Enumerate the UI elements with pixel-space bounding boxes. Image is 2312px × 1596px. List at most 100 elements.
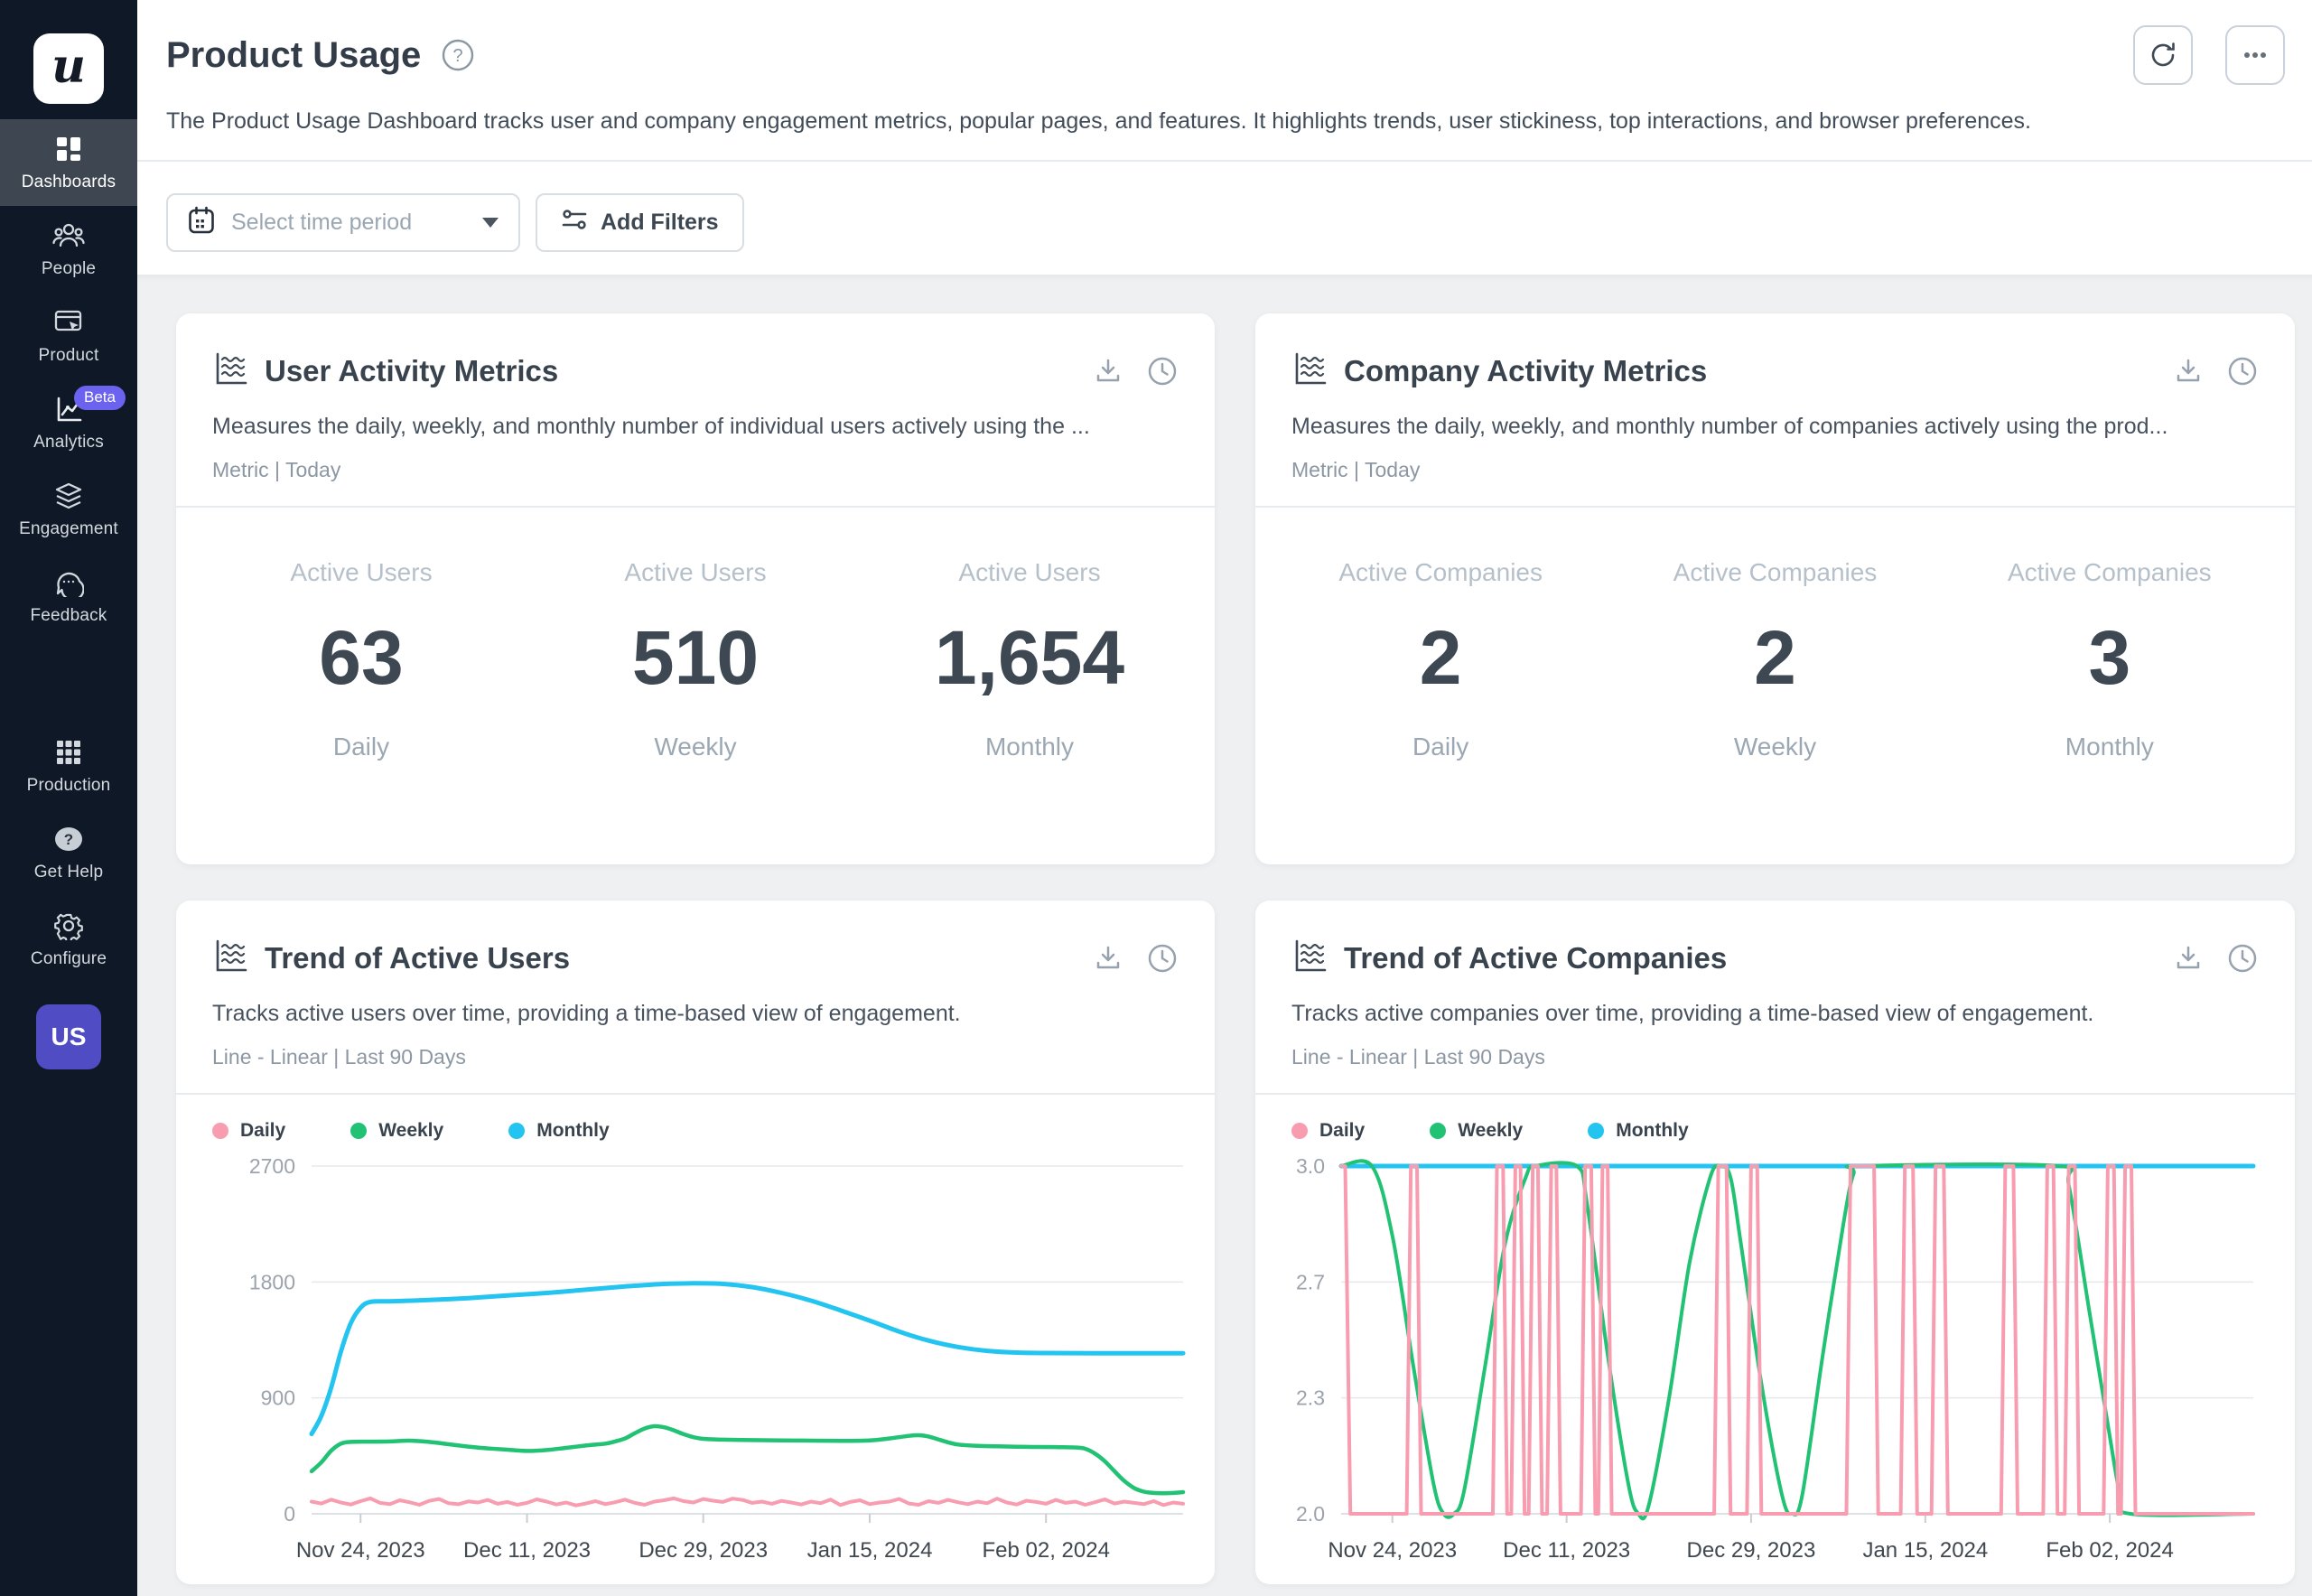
metric-chart-icon: [1291, 350, 1329, 392]
beta-badge: Beta: [74, 386, 126, 410]
metric-label: Active Users: [528, 558, 862, 587]
download-icon[interactable]: [2174, 357, 2203, 386]
sliders-icon: [561, 206, 588, 239]
logo-letter: u: [51, 39, 86, 94]
metric-value: 2: [1273, 614, 1608, 702]
more-options-button[interactable]: [2225, 25, 2285, 85]
metric-period: Weekly: [528, 733, 862, 761]
metric-daily: Active Companies 2 Daily: [1273, 558, 1608, 761]
svg-text:2.3: 2.3: [1296, 1386, 1325, 1410]
metric-daily: Active Users 63 Daily: [194, 558, 528, 761]
metric-value: 1,654: [862, 614, 1197, 702]
download-icon[interactable]: [2174, 944, 2203, 973]
legend-item-weekly[interactable]: Weekly: [1430, 1120, 1523, 1142]
sidebar-item-label: Configure: [31, 949, 107, 969]
clock-icon[interactable]: [1146, 355, 1179, 387]
product-icon: [52, 308, 85, 337]
time-period-select[interactable]: Select time period: [166, 193, 520, 252]
help-icon[interactable]: ?: [441, 38, 475, 72]
sidebar-item-production[interactable]: Production: [0, 723, 137, 809]
card-title: User Activity Metrics: [265, 354, 558, 388]
chat-bubble-icon: [52, 568, 85, 597]
clock-icon[interactable]: [2226, 942, 2259, 975]
metric-label: Active Companies: [1943, 558, 2277, 587]
sidebar-item-product[interactable]: Product: [0, 293, 137, 379]
metric-period: Daily: [194, 733, 528, 761]
sidebar-item-label: People: [42, 259, 96, 279]
trend-active-companies-card: Trend of Active Companies: [1255, 901, 2295, 1584]
chevron-down-icon: [482, 218, 499, 228]
sidebar-item-feedback[interactable]: Feedback: [0, 553, 137, 639]
question-circle-icon: ?: [52, 825, 85, 854]
svg-text:?: ?: [64, 831, 73, 848]
svg-text:2700: 2700: [249, 1154, 295, 1178]
svg-text:2.0: 2.0: [1296, 1502, 1325, 1526]
legend-item-monthly[interactable]: Monthly: [1588, 1120, 1688, 1142]
sidebar-item-dashboards[interactable]: Dashboards: [0, 119, 137, 206]
legend-label: Monthly: [536, 1120, 609, 1142]
svg-text:Feb 02, 2024: Feb 02, 2024: [2046, 1538, 2173, 1563]
user-avatar[interactable]: US: [36, 1004, 101, 1069]
layers-icon: [52, 481, 85, 510]
clock-icon[interactable]: [2226, 355, 2259, 387]
page-title: Product Usage: [166, 35, 421, 76]
sidebar-item-configure[interactable]: Configure: [0, 896, 137, 983]
add-filters-button[interactable]: Add Filters: [536, 193, 744, 252]
legend-item-weekly[interactable]: Weekly: [350, 1120, 443, 1142]
sidebar: u Dashboards People: [0, 0, 137, 1596]
metric-period: Monthly: [1943, 733, 2277, 761]
refresh-button[interactable]: [2133, 25, 2193, 85]
dashboard-content: User Activity Metrics: [137, 275, 2312, 1584]
card-description: Measures the daily, weekly, and monthly …: [212, 414, 1179, 440]
chart-legend: Daily Weekly Monthly: [176, 1095, 1215, 1142]
gear-icon: [52, 911, 85, 940]
page-header: Product Usage ?: [137, 0, 2312, 160]
metric-value: 3: [1943, 614, 2277, 702]
metric-period: Daily: [1273, 733, 1608, 761]
metric-chart-icon: [1291, 937, 1329, 979]
metric-weekly: Active Companies 2 Weekly: [1608, 558, 1942, 761]
legend-label: Weekly: [378, 1120, 443, 1142]
calendar-icon: [188, 206, 215, 239]
card-meta: Line - Linear | Last 90 Days: [1291, 1045, 2259, 1069]
card-meta: Metric | Today: [212, 458, 1179, 482]
sidebar-item-get-help[interactable]: ? Get Help: [0, 809, 137, 896]
legend-label: Monthly: [1616, 1120, 1688, 1142]
metric-value: 510: [528, 614, 862, 702]
legend-dot-monthly: [508, 1123, 525, 1139]
metric-value: 63: [194, 614, 528, 702]
sidebar-item-people[interactable]: People: [0, 206, 137, 293]
svg-text:Dec 11, 2023: Dec 11, 2023: [463, 1538, 591, 1563]
legend-item-daily[interactable]: Daily: [212, 1120, 285, 1142]
sidebar-item-label: Dashboards: [22, 173, 116, 192]
legend-dot-monthly: [1588, 1123, 1604, 1139]
add-filters-label: Add Filters: [601, 210, 719, 236]
legend-label: Weekly: [1458, 1120, 1523, 1142]
legend-dot-daily: [212, 1123, 228, 1139]
main-content: Product Usage ?: [137, 0, 2312, 1584]
card-meta: Metric | Today: [1291, 458, 2259, 482]
download-icon[interactable]: [1094, 944, 1123, 973]
clock-icon[interactable]: [1146, 942, 1179, 975]
svg-text:0: 0: [284, 1502, 295, 1526]
svg-text:Dec 29, 2023: Dec 29, 2023: [639, 1538, 768, 1563]
card-description: Measures the daily, weekly, and monthly …: [1291, 414, 2259, 440]
dashboards-icon: [52, 135, 85, 163]
svg-text:Jan 15, 2024: Jan 15, 2024: [1862, 1538, 1988, 1563]
card-meta: Line - Linear | Last 90 Days: [212, 1045, 1179, 1069]
people-icon: [52, 221, 85, 250]
svg-text:1800: 1800: [249, 1270, 295, 1293]
download-icon[interactable]: [1094, 357, 1123, 386]
metric-period: Weekly: [1608, 733, 1942, 761]
legend-item-daily[interactable]: Daily: [1291, 1120, 1365, 1142]
sidebar-item-engagement[interactable]: Engagement: [0, 466, 137, 553]
legend-item-monthly[interactable]: Monthly: [508, 1120, 609, 1142]
metric-label: Active Companies: [1608, 558, 1942, 587]
svg-text:Dec 11, 2023: Dec 11, 2023: [1503, 1538, 1630, 1563]
user-activity-metrics-card: User Activity Metrics: [176, 313, 1215, 864]
legend-label: Daily: [240, 1120, 285, 1142]
sidebar-item-label: Product: [39, 346, 99, 366]
app-logo[interactable]: u: [33, 33, 104, 104]
sidebar-item-analytics[interactable]: Beta Analytics: [0, 379, 137, 466]
legend-dot-daily: [1291, 1123, 1308, 1139]
